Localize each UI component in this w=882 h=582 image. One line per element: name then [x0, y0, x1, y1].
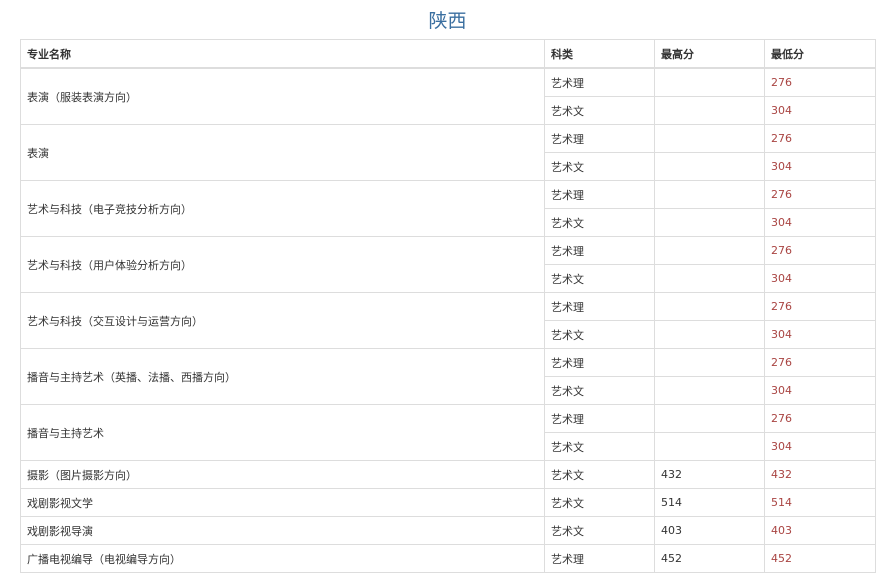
max-score-cell: [654, 292, 765, 321]
major-name-cell: 播音与主持艺术: [20, 404, 545, 461]
min-score-cell: 304: [764, 96, 876, 125]
page: 陕西 专业名称 科类 最高分 最低分 表演（服装表演方向） 艺术理 276 艺术…: [0, 0, 882, 582]
min-score-cell: 276: [764, 404, 876, 433]
table-row: 摄影（图片摄影方向） 艺术文 432 432: [20, 460, 876, 489]
major-name-cell: 播音与主持艺术（英播、法播、西播方向）: [20, 348, 545, 405]
category-cell: 艺术文: [544, 264, 655, 293]
table-row: 表演（服装表演方向） 艺术理 276: [20, 67, 876, 125]
category-cell: 艺术文: [544, 96, 655, 125]
max-score-cell: 432: [654, 460, 765, 489]
table-row: 表演 艺术理 276: [20, 124, 876, 181]
category-cell: 艺术文: [544, 376, 655, 405]
table-row: 艺术与科技（电子竞技分析方向） 艺术理 276: [20, 180, 876, 237]
max-score-cell: [654, 376, 765, 405]
max-score-cell: 452: [654, 544, 765, 573]
max-score-cell: [654, 404, 765, 433]
min-score-cell: 304: [764, 376, 876, 405]
major-name-cell: 表演: [20, 124, 545, 181]
major-name-cell: 艺术与科技（交互设计与运营方向）: [20, 292, 545, 349]
score-table: 专业名称 科类 最高分 最低分 表演（服装表演方向） 艺术理 276 艺术文 3…: [20, 39, 876, 573]
category-cell: 艺术理: [544, 544, 655, 573]
min-score-cell: 304: [764, 432, 876, 461]
min-score-cell: 276: [764, 180, 876, 209]
category-cell: 艺术理: [544, 180, 655, 209]
min-score-cell: 452: [764, 544, 876, 573]
major-name-cell: 艺术与科技（用户体验分析方向）: [20, 236, 545, 293]
max-score-cell: [654, 180, 765, 209]
table-row: 播音与主持艺术 艺术理 276: [20, 404, 876, 461]
category-cell: 艺术文: [544, 488, 655, 517]
category-cell: 艺术理: [544, 292, 655, 321]
header-category: 科类: [544, 39, 655, 69]
page-title: 陕西: [428, 10, 467, 32]
min-score-cell: 276: [764, 236, 876, 265]
major-name-cell: 戏剧影视文学: [20, 488, 545, 517]
category-cell: 艺术文: [544, 152, 655, 181]
category-cell: 艺术文: [544, 320, 655, 349]
header-major-name: 专业名称: [20, 39, 545, 69]
header-max-score: 最高分: [654, 39, 765, 69]
category-cell: 艺术理: [544, 124, 655, 153]
max-score-cell: [654, 208, 765, 237]
table-row: 戏剧影视文学 艺术文 514 514: [20, 488, 876, 517]
min-score-cell: 304: [764, 264, 876, 293]
max-score-cell: [654, 236, 765, 265]
table-row: 戏剧影视导演 艺术文 403 403: [20, 516, 876, 545]
min-score-cell: 304: [764, 152, 876, 181]
category-cell: 艺术理: [544, 348, 655, 377]
major-name-cell: 摄影（图片摄影方向）: [20, 460, 545, 489]
max-score-cell: [654, 124, 765, 153]
category-cell: 艺术文: [544, 460, 655, 489]
major-name-cell: 表演（服装表演方向）: [20, 67, 545, 125]
category-cell: 艺术理: [544, 236, 655, 265]
min-score-cell: 276: [764, 124, 876, 153]
min-score-cell: 276: [764, 67, 876, 97]
max-score-cell: [654, 152, 765, 181]
table-row: 艺术与科技（交互设计与运营方向） 艺术理 276: [20, 292, 876, 349]
min-score-cell: 304: [764, 320, 876, 349]
max-score-cell: [654, 348, 765, 377]
min-score-cell: 432: [764, 460, 876, 489]
header-min-score: 最低分: [764, 39, 876, 69]
major-name-cell: 戏剧影视导演: [20, 516, 545, 545]
table-row: 广播电视编导（电视编导方向） 艺术理 452 452: [20, 544, 876, 573]
min-score-cell: 514: [764, 488, 876, 517]
min-score-cell: 304: [764, 208, 876, 237]
max-score-cell: 403: [654, 516, 765, 545]
category-cell: 艺术理: [544, 67, 655, 97]
table-row: 播音与主持艺术（英播、法播、西播方向） 艺术理 276: [20, 348, 876, 405]
table-row: 艺术与科技（用户体验分析方向） 艺术理 276: [20, 236, 876, 293]
max-score-cell: 514: [654, 488, 765, 517]
category-cell: 艺术文: [544, 208, 655, 237]
major-name-cell: 艺术与科技（电子竞技分析方向）: [20, 180, 545, 237]
max-score-cell: [654, 96, 765, 125]
min-score-cell: 276: [764, 348, 876, 377]
max-score-cell: [654, 67, 765, 97]
max-score-cell: [654, 264, 765, 293]
major-name-cell: 广播电视编导（电视编导方向）: [20, 544, 545, 573]
category-cell: 艺术理: [544, 404, 655, 433]
min-score-cell: 276: [764, 292, 876, 321]
max-score-cell: [654, 320, 765, 349]
max-score-cell: [654, 432, 765, 461]
category-cell: 艺术文: [544, 516, 655, 545]
category-cell: 艺术文: [544, 432, 655, 461]
table-header-row: 专业名称 科类 最高分 最低分: [20, 39, 876, 69]
min-score-cell: 403: [764, 516, 876, 545]
